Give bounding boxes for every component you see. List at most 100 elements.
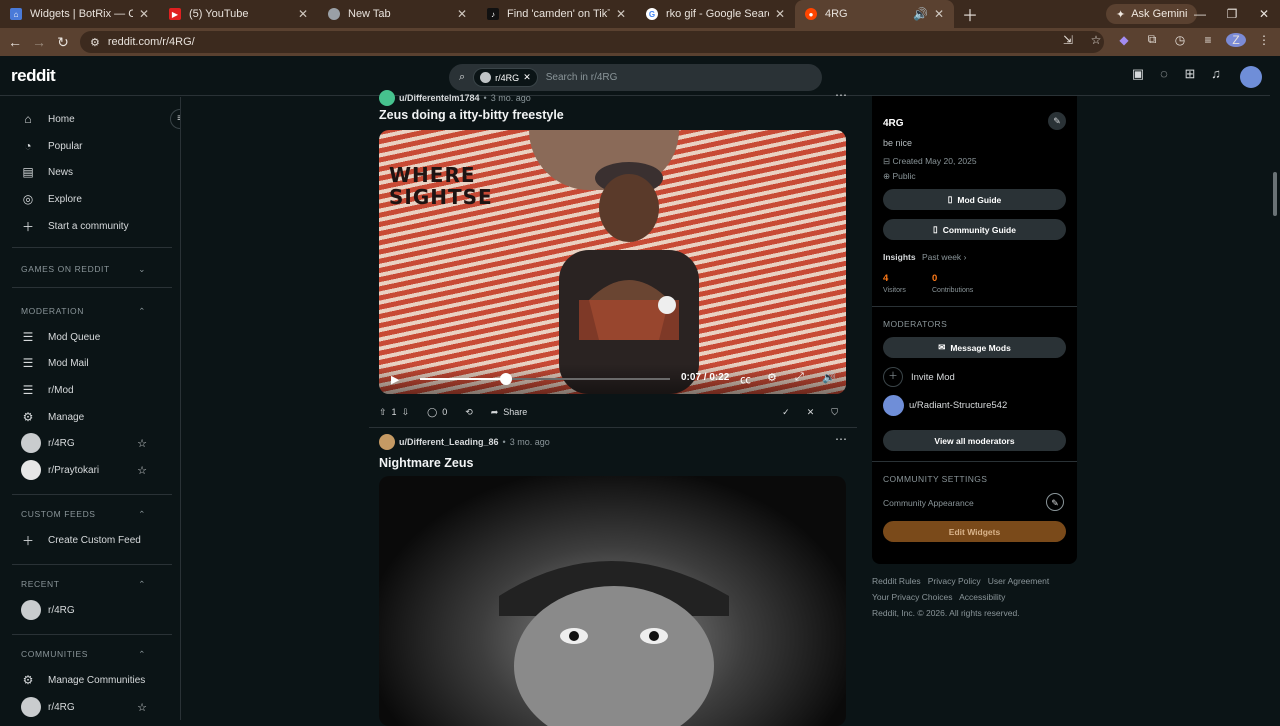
close-tab-icon[interactable]: ✕: [298, 7, 308, 21]
tab-new-tab[interactable]: New Tab ✕: [318, 0, 477, 28]
user-avatar[interactable]: [1240, 66, 1262, 88]
history-icon[interactable]: ◷: [1170, 33, 1190, 47]
tab-4rg[interactable]: ● 4RG 🔊 ✕: [795, 0, 954, 28]
games-section-header[interactable]: GAMES ON REDDIT ⌄: [21, 264, 146, 275]
close-tab-icon[interactable]: ✕: [934, 7, 944, 21]
footer-link-accessibility[interactable]: Accessibility: [959, 592, 1005, 602]
remove-x-icon[interactable]: ✕: [807, 407, 815, 418]
close-tab-icon[interactable]: ✕: [775, 7, 785, 21]
more-options-icon[interactable]: ⋯: [835, 432, 847, 446]
sidebar-item-community-r-4rg[interactable]: r/4RG ☆: [21, 695, 171, 719]
edit-pencil-icon[interactable]: ✎: [1048, 112, 1066, 130]
post-title[interactable]: Zeus doing a itty-bitty freestyle: [379, 108, 564, 122]
crosspost-icon[interactable]: ⟲: [465, 407, 473, 418]
footer-link-privacy-policy[interactable]: Privacy Policy: [928, 576, 981, 586]
tab-botrix[interactable]: ⌂ Widgets | BotRix — Cloud Strea ✕: [0, 0, 159, 28]
captions-icon[interactable]: ㏄: [740, 371, 751, 387]
sidebar-item-mod-mail[interactable]: ☰ Mod Mail: [21, 351, 171, 375]
upvote-icon[interactable]: ⇧: [379, 407, 387, 418]
sidebar-item-manage[interactable]: ⚙ Manage: [21, 405, 171, 429]
close-tab-icon[interactable]: ✕: [139, 7, 149, 21]
fullscreen-icon[interactable]: ⤢: [795, 371, 804, 384]
mod-guide-button[interactable]: ▯ Mod Guide: [883, 189, 1066, 210]
star-icon[interactable]: ☆: [137, 701, 147, 714]
insights-header[interactable]: Insights Past week ›: [883, 252, 966, 262]
sidebar-item-home[interactable]: ⌂ Home: [21, 107, 171, 131]
reload-icon[interactable]: ↻: [51, 34, 75, 51]
subreddit-search-chip[interactable]: r/4RG ✕: [473, 68, 538, 87]
video-progress-bar[interactable]: [420, 373, 670, 385]
page-scrollbar[interactable]: [1270, 56, 1280, 720]
sidebar-item-news[interactable]: ▤ News: [21, 160, 171, 184]
community-guide-button[interactable]: ▯ Community Guide: [883, 219, 1066, 240]
extensions-puzzle-icon[interactable]: ⧉: [1142, 32, 1162, 47]
video-player[interactable]: [379, 476, 846, 726]
view-all-moderators-button[interactable]: View all moderators: [883, 430, 1066, 451]
restore-icon[interactable]: ❐: [1216, 7, 1248, 21]
bookmark-star-icon[interactable]: ☆: [1086, 33, 1106, 47]
footer-link-privacy-choices[interactable]: Your Privacy Choices: [872, 592, 952, 602]
post-author[interactable]: u/Different_Leading_86: [399, 437, 499, 447]
settings-gear-icon[interactable]: ⚙: [767, 371, 777, 384]
sidebar-item-mod-queue[interactable]: ☰ Mod Queue: [21, 325, 171, 349]
new-tab-icon[interactable]: ＋: [962, 2, 978, 26]
play-icon[interactable]: ▶: [391, 373, 399, 386]
collapse-sidebar-icon[interactable]: ≡: [170, 109, 180, 129]
moderator-row[interactable]: u/Radiant-Structure542: [883, 395, 1007, 416]
star-icon[interactable]: ☆: [137, 464, 147, 477]
star-icon[interactable]: ☆: [137, 437, 147, 450]
more-options-icon[interactable]: ⋯: [835, 88, 847, 102]
profile-avatar[interactable]: Z: [1226, 32, 1246, 47]
sidebar-item-popular[interactable]: ◔ Popular: [21, 134, 171, 158]
url-bar[interactable]: ⚙ reddit.com/r/4RG/: [80, 31, 1104, 53]
comment-icon[interactable]: ◯: [427, 407, 437, 418]
footer-link-user-agreement[interactable]: User Agreement: [988, 576, 1049, 586]
tab-google[interactable]: Grko gif - Google Search ✕: [636, 0, 795, 28]
sidebar-item-r-praytokari[interactable]: r/Praytokari ☆: [21, 458, 171, 482]
approve-check-icon[interactable]: ✓: [782, 407, 790, 418]
install-app-icon[interactable]: ⇲: [1058, 33, 1078, 47]
progress-knob[interactable]: [500, 373, 513, 385]
moderation-section-header[interactable]: MODERATION ⌃: [21, 306, 146, 317]
scrollbar-thumb[interactable]: [1273, 172, 1277, 216]
speaker-icon[interactable]: 🔊: [913, 7, 928, 21]
search-bar[interactable]: ⌕ r/4RG ✕ Search in r/4RG: [449, 64, 822, 91]
volume-icon[interactable]: 🔊: [822, 371, 836, 384]
clear-chip-icon[interactable]: ✕: [523, 72, 531, 83]
edit-appearance-icon[interactable]: ✎: [1046, 493, 1064, 511]
tab-youtube[interactable]: ▶ (5) YouTube ✕: [159, 0, 318, 28]
downvote-icon[interactable]: ⇩: [402, 407, 410, 418]
custom-feeds-section-header[interactable]: CUSTOM FEEDS ⌃: [21, 509, 146, 520]
sidebar-item-create-custom-feed[interactable]: ＋ Create Custom Feed: [21, 528, 171, 552]
sidebar-item-start-community[interactable]: ＋ Start a community: [21, 214, 171, 238]
notifications-bell-icon[interactable]: ♫: [1208, 66, 1224, 82]
message-mods-button[interactable]: ✉ Message Mods: [883, 337, 1066, 358]
extension-icon[interactable]: ◆: [1114, 33, 1134, 47]
sidebar-item-manage-communities[interactable]: ⚙ Manage Communities: [21, 668, 171, 692]
chat-icon[interactable]: ◌: [1156, 66, 1172, 82]
post-title[interactable]: Nightmare Zeus: [379, 456, 473, 470]
sidebar-item-r-mod[interactable]: ☰ r/Mod: [21, 378, 171, 402]
recent-section-header[interactable]: RECENT ⌃: [21, 579, 146, 590]
communities-section-header[interactable]: COMMUNITIES ⌃: [21, 649, 146, 660]
media-control-icon[interactable]: ≡: [1198, 33, 1218, 47]
sidebar-item-explore[interactable]: ◎ Explore: [21, 187, 171, 211]
close-window-icon[interactable]: ✕: [1248, 7, 1280, 21]
site-info-icon[interactable]: ⚙: [90, 36, 100, 49]
create-post-icon[interactable]: ⊞: [1182, 66, 1198, 82]
edit-widgets-button[interactable]: Edit Widgets: [883, 521, 1066, 542]
tab-tiktok[interactable]: ♪ Find 'camden' on TikTok | TikTo ✕: [477, 0, 636, 28]
video-player[interactable]: WHERE SIGHTSE ▶ 0:07 / 0:22 ㏄ ⚙ ⤢ 🔊: [379, 130, 846, 394]
reddit-logo[interactable]: reddit: [11, 66, 56, 86]
post-author[interactable]: u/Differentelm1784: [399, 93, 480, 103]
minimize-icon[interactable]: —: [1184, 7, 1216, 21]
close-tab-icon[interactable]: ✕: [616, 7, 626, 21]
close-tab-icon[interactable]: ✕: [457, 7, 467, 21]
sidebar-item-r-4rg[interactable]: r/4RG ☆: [21, 431, 171, 455]
invite-mod-row[interactable]: ＋ Invite Mod: [883, 367, 955, 387]
search-input[interactable]: Search in r/4RG: [546, 72, 618, 83]
share-button[interactable]: ➦ Share: [491, 407, 528, 418]
menu-kebab-icon[interactable]: ⋮: [1254, 33, 1274, 47]
advertise-icon[interactable]: ▣: [1130, 66, 1146, 82]
shield-icon[interactable]: ⛉: [831, 407, 838, 418]
